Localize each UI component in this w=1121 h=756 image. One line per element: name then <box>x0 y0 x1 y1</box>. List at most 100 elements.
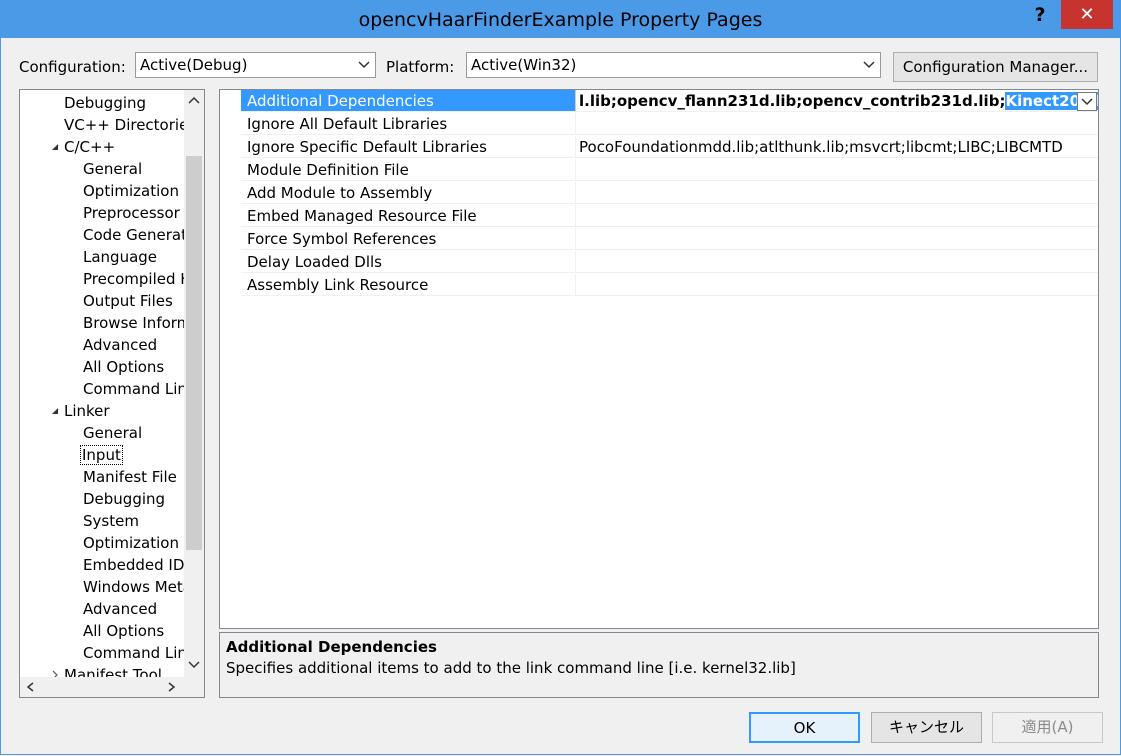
tree-item-label: Debugging <box>64 94 147 112</box>
property-value[interactable] <box>575 205 1098 227</box>
close-icon: ✕ <box>1079 4 1095 25</box>
scrollbar-thumb[interactable] <box>186 156 202 550</box>
tree-item[interactable]: Command Line <box>83 643 185 663</box>
tree-item-label: Optimization <box>83 534 179 552</box>
property-value[interactable] <box>575 251 1098 273</box>
tree-item[interactable]: Advanced <box>83 599 157 619</box>
chevron-up-icon[interactable] <box>187 94 201 106</box>
tree-horizontal-scrollbar[interactable] <box>20 677 204 697</box>
apply-button[interactable]: 適用(A) <box>992 712 1103 743</box>
chevron-left-icon[interactable] <box>25 681 37 693</box>
value-dropdown-button[interactable] <box>1077 92 1097 111</box>
tree-item[interactable]: Advanced <box>83 335 157 355</box>
platform-value: Active(Win32) <box>471 56 577 74</box>
property-name[interactable]: Embed Managed Resource File <box>241 205 575 227</box>
property-value[interactable] <box>575 113 1098 135</box>
tree-item-label: General <box>83 424 143 442</box>
property-value[interactable]: PocoFoundationmdd.lib;atlthunk.lib;msvcr… <box>575 136 1098 158</box>
tree-item[interactable]: Command Line <box>83 379 185 399</box>
platform-label: Platform: <box>386 58 455 76</box>
tree-item-label: Debugging <box>83 490 166 508</box>
help-button[interactable]: ? <box>1022 2 1058 28</box>
tree-item[interactable]: Precompiled Headers <box>83 269 185 289</box>
configuration-dropdown[interactable]: Active(Debug) <box>135 52 376 78</box>
property-name[interactable]: Add Module to Assembly <box>241 182 575 204</box>
property-row[interactable]: Add Module to Assembly <box>220 182 1098 205</box>
tree-item[interactable]: Windows Metadata <box>83 577 185 597</box>
chevron-down-icon[interactable] <box>187 659 201 671</box>
description-title: Additional Dependencies <box>226 638 437 656</box>
tree-item-label: Manifest File <box>83 468 177 486</box>
configuration-label: Configuration: <box>19 58 126 76</box>
property-row[interactable]: Ignore Specific Default Libraries PocoFou… <box>220 136 1098 159</box>
expanded-arrow-icon[interactable] <box>50 406 60 416</box>
tree-item[interactable]: Debugging <box>83 489 165 509</box>
chevron-down-icon <box>1081 98 1093 106</box>
tree-item[interactable]: Language <box>83 247 157 267</box>
platform-dropdown[interactable]: Active(Win32) <box>466 52 881 78</box>
tree-content: Debugging VC++ Directories C/C++ General Opt… <box>20 90 185 678</box>
property-row[interactable]: Ignore All Default Libraries <box>220 113 1098 136</box>
tree-item[interactable]: Manifest File <box>83 467 177 487</box>
tree-item[interactable]: Browse Information <box>83 313 185 333</box>
category-tree[interactable]: Debugging VC++ Directories C/C++ General Opt… <box>19 89 205 698</box>
description-text: Specifies additional items to add to the… <box>226 659 796 677</box>
property-row[interactable]: Additional Dependencies l.lib;opencv_flan… <box>220 90 1098 113</box>
tree-item[interactable]: General <box>83 423 142 443</box>
tree-vertical-scrollbar[interactable] <box>184 90 204 677</box>
tree-item[interactable]: System <box>83 511 139 531</box>
tree-item-label: Windows Metadata <box>83 578 185 596</box>
tree-item-label: Advanced <box>83 600 158 618</box>
close-button[interactable]: ✕ <box>1061 0 1113 29</box>
tree-item-label: VC++ Directories <box>64 116 185 134</box>
expanded-arrow-icon[interactable] <box>50 142 60 152</box>
tree-item-label: Preprocessor <box>83 204 180 222</box>
tree-item[interactable]: Optimization <box>83 533 179 553</box>
ok-button[interactable]: OK <box>749 712 860 743</box>
chevron-down-icon <box>863 61 875 69</box>
tree-item-label: Browse Information <box>83 314 185 332</box>
property-row[interactable]: Assembly Link Resource <box>220 274 1098 297</box>
property-name[interactable]: Delay Loaded Dlls <box>241 251 575 273</box>
property-name[interactable]: Ignore Specific Default Libraries <box>241 136 575 158</box>
tree-item[interactable]: Preprocessor <box>83 203 180 223</box>
property-name[interactable]: Ignore All Default Libraries <box>241 113 575 135</box>
property-name[interactable]: Force Symbol References <box>241 228 575 250</box>
property-value[interactable] <box>575 182 1098 204</box>
tree-item[interactable]: VC++ Directories <box>64 115 185 135</box>
property-name[interactable]: Additional Dependencies <box>241 90 575 112</box>
configuration-manager-button[interactable]: Configuration Manager... <box>893 52 1098 82</box>
property-row[interactable]: Delay Loaded Dlls <box>220 251 1098 274</box>
property-grid[interactable]: Additional Dependencies l.lib;opencv_flan… <box>219 89 1099 629</box>
tree-item[interactable]: Embedded IDL <box>83 555 185 575</box>
tree-item[interactable]: Linker <box>52 401 110 421</box>
property-value[interactable]: l.lib;opencv_flann231d.lib;opencv_contri… <box>575 90 1098 112</box>
value-text: l.lib;opencv_flann231d.lib;opencv_contri… <box>579 92 1006 110</box>
tree-item[interactable]: General <box>83 159 142 179</box>
tree-item[interactable]: Output Files <box>83 291 173 311</box>
property-row[interactable]: Embed Managed Resource File <box>220 205 1098 228</box>
property-value[interactable] <box>575 274 1098 296</box>
chevron-right-icon[interactable] <box>165 681 177 693</box>
property-value[interactable] <box>575 228 1098 250</box>
tree-item-label: Precompiled Headers <box>83 270 185 288</box>
tree-item[interactable]: C/C++ <box>52 137 115 157</box>
tree-item-label: Command Line <box>83 644 185 662</box>
tree-item-label: All Options <box>83 622 165 640</box>
property-name[interactable]: Module Definition File <box>241 159 575 181</box>
tree-item[interactable]: Input <box>80 445 123 465</box>
property-row[interactable]: Force Symbol References <box>220 228 1098 251</box>
tree-item-label: Optimization <box>83 182 179 200</box>
tree-item[interactable]: Debugging <box>64 93 146 113</box>
property-name[interactable]: Assembly Link Resource <box>241 274 575 296</box>
property-row[interactable]: Module Definition File <box>220 159 1098 182</box>
tree-item-label: Input <box>80 445 123 465</box>
tree-item[interactable]: All Options <box>83 357 164 377</box>
cancel-button[interactable]: キャンセル <box>871 712 982 743</box>
tree-item[interactable]: All Options <box>83 621 164 641</box>
tree-item[interactable]: Code Generation <box>83 225 185 245</box>
tree-item-label: Advanced <box>83 336 158 354</box>
tree-item[interactable]: Optimization <box>83 181 179 201</box>
tree-item-label: Embedded IDL <box>83 556 185 574</box>
property-value[interactable] <box>575 159 1098 181</box>
